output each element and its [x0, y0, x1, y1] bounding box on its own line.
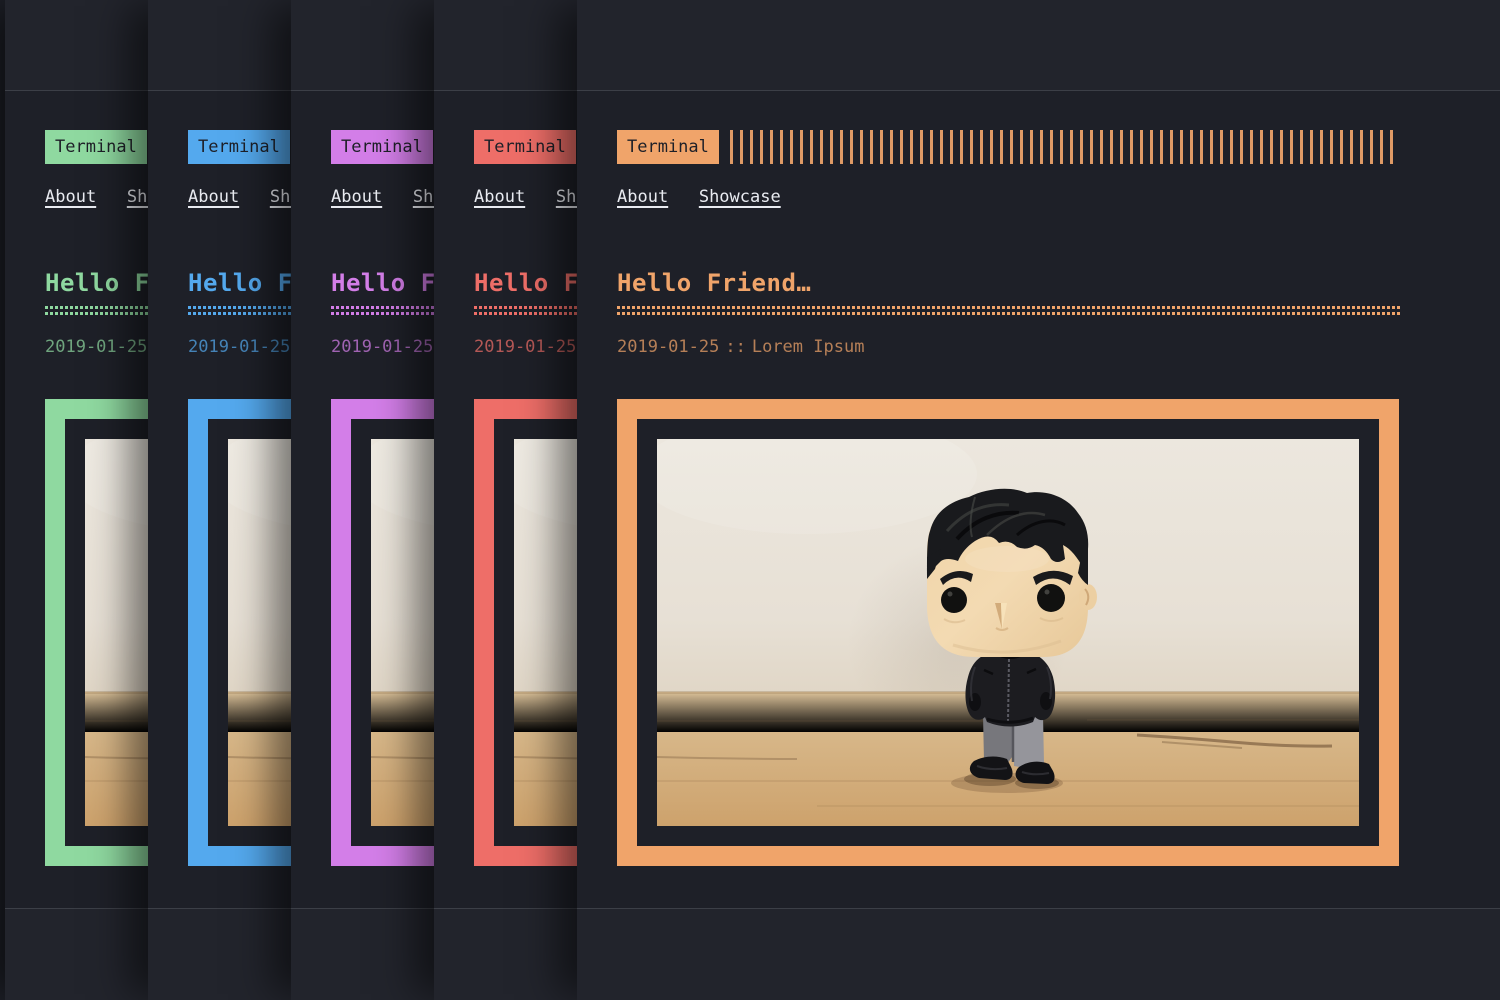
site-logo[interactable]: Terminal: [331, 130, 433, 164]
post-date: 2019-01-25: [474, 337, 577, 357]
nav-link-showcase[interactable]: Showcase: [699, 187, 781, 207]
post-date: 2019-01-25: [617, 337, 720, 357]
site-logo[interactable]: Terminal: [188, 130, 290, 164]
site-logo[interactable]: Terminal: [617, 130, 719, 164]
post-author: Lorem Ipsum: [751, 337, 865, 357]
theme-variant-stack: Terminal About Showcase Hello Friend… 20…: [0, 0, 1500, 1000]
panel-top-band: [577, 0, 1500, 91]
nav-link-about[interactable]: About: [188, 187, 239, 207]
panel-content: Terminal About Showcase Hello Friend… 20…: [617, 130, 1400, 866]
vertical-bars-decoration: [729, 130, 1400, 164]
site-header: Terminal About Showcase: [617, 130, 1400, 207]
nav-link-about[interactable]: About: [331, 187, 382, 207]
logo-row: Terminal: [617, 130, 1400, 164]
site-logo[interactable]: Terminal: [474, 130, 576, 164]
post: Hello Friend… 2019-01-25::Lorem Ipsum: [617, 269, 1400, 866]
post-image-frame: [617, 399, 1399, 866]
post-date: 2019-01-25: [188, 337, 291, 357]
panel-bottom-band: [577, 908, 1500, 1000]
post-meta: 2019-01-25::Lorem Ipsum: [617, 338, 1400, 356]
post-date: 2019-01-25: [331, 337, 434, 357]
site-logo[interactable]: Terminal: [45, 130, 147, 164]
nav-link-about[interactable]: About: [617, 187, 668, 207]
post-title: Hello Friend…: [617, 269, 812, 297]
theme-panel-orange: Terminal About Showcase Hello Friend… 20…: [577, 0, 1500, 1000]
post-date: 2019-01-25: [45, 337, 148, 357]
site-nav: About Showcase: [617, 187, 1400, 207]
panel-main: Terminal About Showcase Hello Friend… 20…: [577, 91, 1500, 908]
meta-separator: ::: [725, 337, 746, 357]
dotted-divider: [617, 306, 1400, 315]
nav-link-about[interactable]: About: [474, 187, 525, 207]
funko-pop-photo: [657, 439, 1359, 826]
nav-link-about[interactable]: About: [45, 187, 96, 207]
